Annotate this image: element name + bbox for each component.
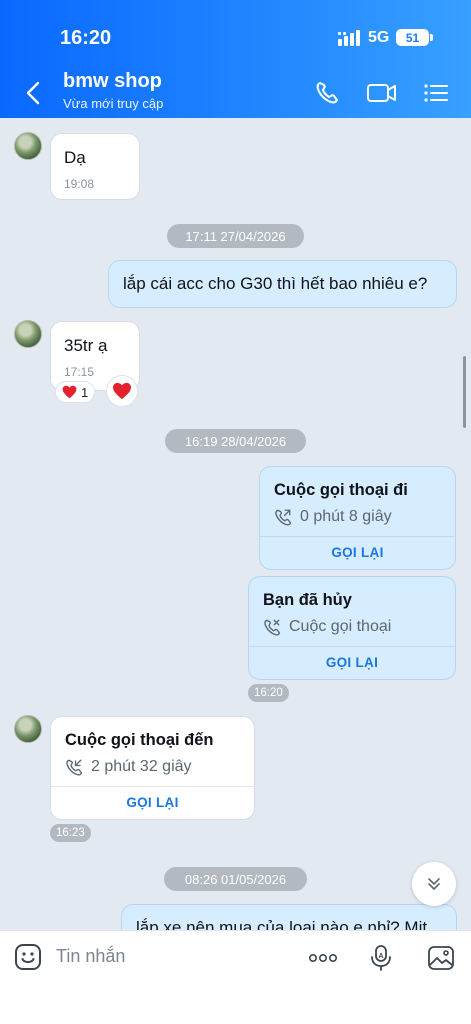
call-back-button[interactable]: GỌI LẠI [260,545,455,560]
call-card-outgoing[interactable]: Cuộc gọi thoại đi 0 phút 8 giây GỌI LẠI [259,466,456,570]
contact-avatar[interactable] [14,132,42,160]
heart-icon [62,385,77,399]
call-detail: 0 phút 8 giây [274,508,392,526]
message-bubble[interactable]: Dạ 19:08 [50,133,140,200]
image-picker-button[interactable] [426,943,456,973]
back-button[interactable] [18,78,48,108]
call-back-button[interactable]: GỌI LẠI [51,795,254,810]
double-chevron-down-icon [428,878,440,890]
react-button[interactable] [106,375,138,407]
divider [249,646,455,647]
video-call-button[interactable] [366,78,398,108]
call-detail: 2 phút 32 giây [65,758,192,776]
divider [51,786,254,787]
svg-text:A: A [378,953,383,960]
outgoing-call-icon [275,509,292,526]
reaction-summary[interactable]: 1 [55,381,96,403]
call-status: Cuộc gọi thoại [289,618,392,635]
call-title: Cuộc gọi thoại đến [65,731,214,749]
heart-icon [113,382,131,400]
image-icon [428,946,454,970]
composer-bar: Tin nhắn A [0,930,471,1024]
scroll-to-bottom-button[interactable] [412,862,456,906]
my-message-bubble[interactable]: lắp cái acc cho G30 thì hết bao nhiêu e? [108,260,457,308]
date-separator: 16:19 28/04/2026 [165,429,306,453]
more-dots-icon [308,953,337,963]
call-duration: 2 phút 32 giây [91,758,192,775]
contact-avatar[interactable] [14,320,42,348]
reaction-count: 1 [81,384,89,400]
signal-icon [338,30,360,46]
message-text: lắp xe nên mua của loại nào e nhỉ? Mit [136,918,428,930]
message-text: 35tr ạ [64,336,108,355]
call-duration: 0 phút 8 giây [300,508,392,525]
menu-list-icon[interactable] [420,78,452,108]
call-card-cancelled[interactable]: Bạn đã hủy Cuộc gọi thoại GỌI LẠI [248,576,456,680]
call-detail: Cuộc gọi thoại [263,618,391,636]
microphone-icon: A [371,945,391,971]
voice-call-button[interactable] [312,78,344,108]
date-separator: 17:11 27/04/2026 [167,224,304,248]
emoji-button[interactable] [14,943,42,971]
call-back-button[interactable]: GỌI LẠI [249,655,455,670]
incoming-call-icon [66,759,83,776]
status-bar: 16:20 5G 51 [0,0,471,68]
call-title: Cuộc gọi thoại đi [274,481,408,499]
voice-to-text-button[interactable]: A [366,943,396,973]
contact-name[interactable]: bmw shop [63,70,162,93]
missed-call-icon [264,619,281,636]
status-time: 16:20 [60,27,112,49]
contact-avatar[interactable] [14,715,42,743]
chat-header: 16:20 5G 51 bmw shop Vừa mới truy cập [0,0,471,118]
message-time: 19:08 [64,177,95,191]
message-list[interactable]: Dạ 19:08 17:11 27/04/2026 lắp cái acc ch… [0,118,471,930]
call-title: Bạn đã hủy [263,591,352,609]
message-text: Dạ [64,148,86,167]
message-time: 16:20 [248,684,289,702]
divider [260,536,455,537]
date-separator: 08:26 01/05/2026 [164,867,307,891]
contact-status: Vừa mới truy cập [63,96,164,111]
message-text: lắp cái acc cho G30 thì hết bao nhiêu e? [123,274,428,293]
message-input[interactable]: Tin nhắn [56,946,125,967]
my-message-bubble[interactable]: lắp xe nên mua của loại nào e nhỉ? Mit [121,904,457,930]
message-time: 17:15 [64,365,95,379]
message-time: 16:23 [50,824,91,842]
more-options-button[interactable] [308,943,338,973]
scrollbar[interactable] [463,356,466,428]
network-type: 5G [368,29,390,46]
call-card-incoming[interactable]: Cuộc gọi thoại đến 2 phút 32 giây GỌI LẠ… [50,716,255,820]
battery-icon: 51 [396,29,433,46]
